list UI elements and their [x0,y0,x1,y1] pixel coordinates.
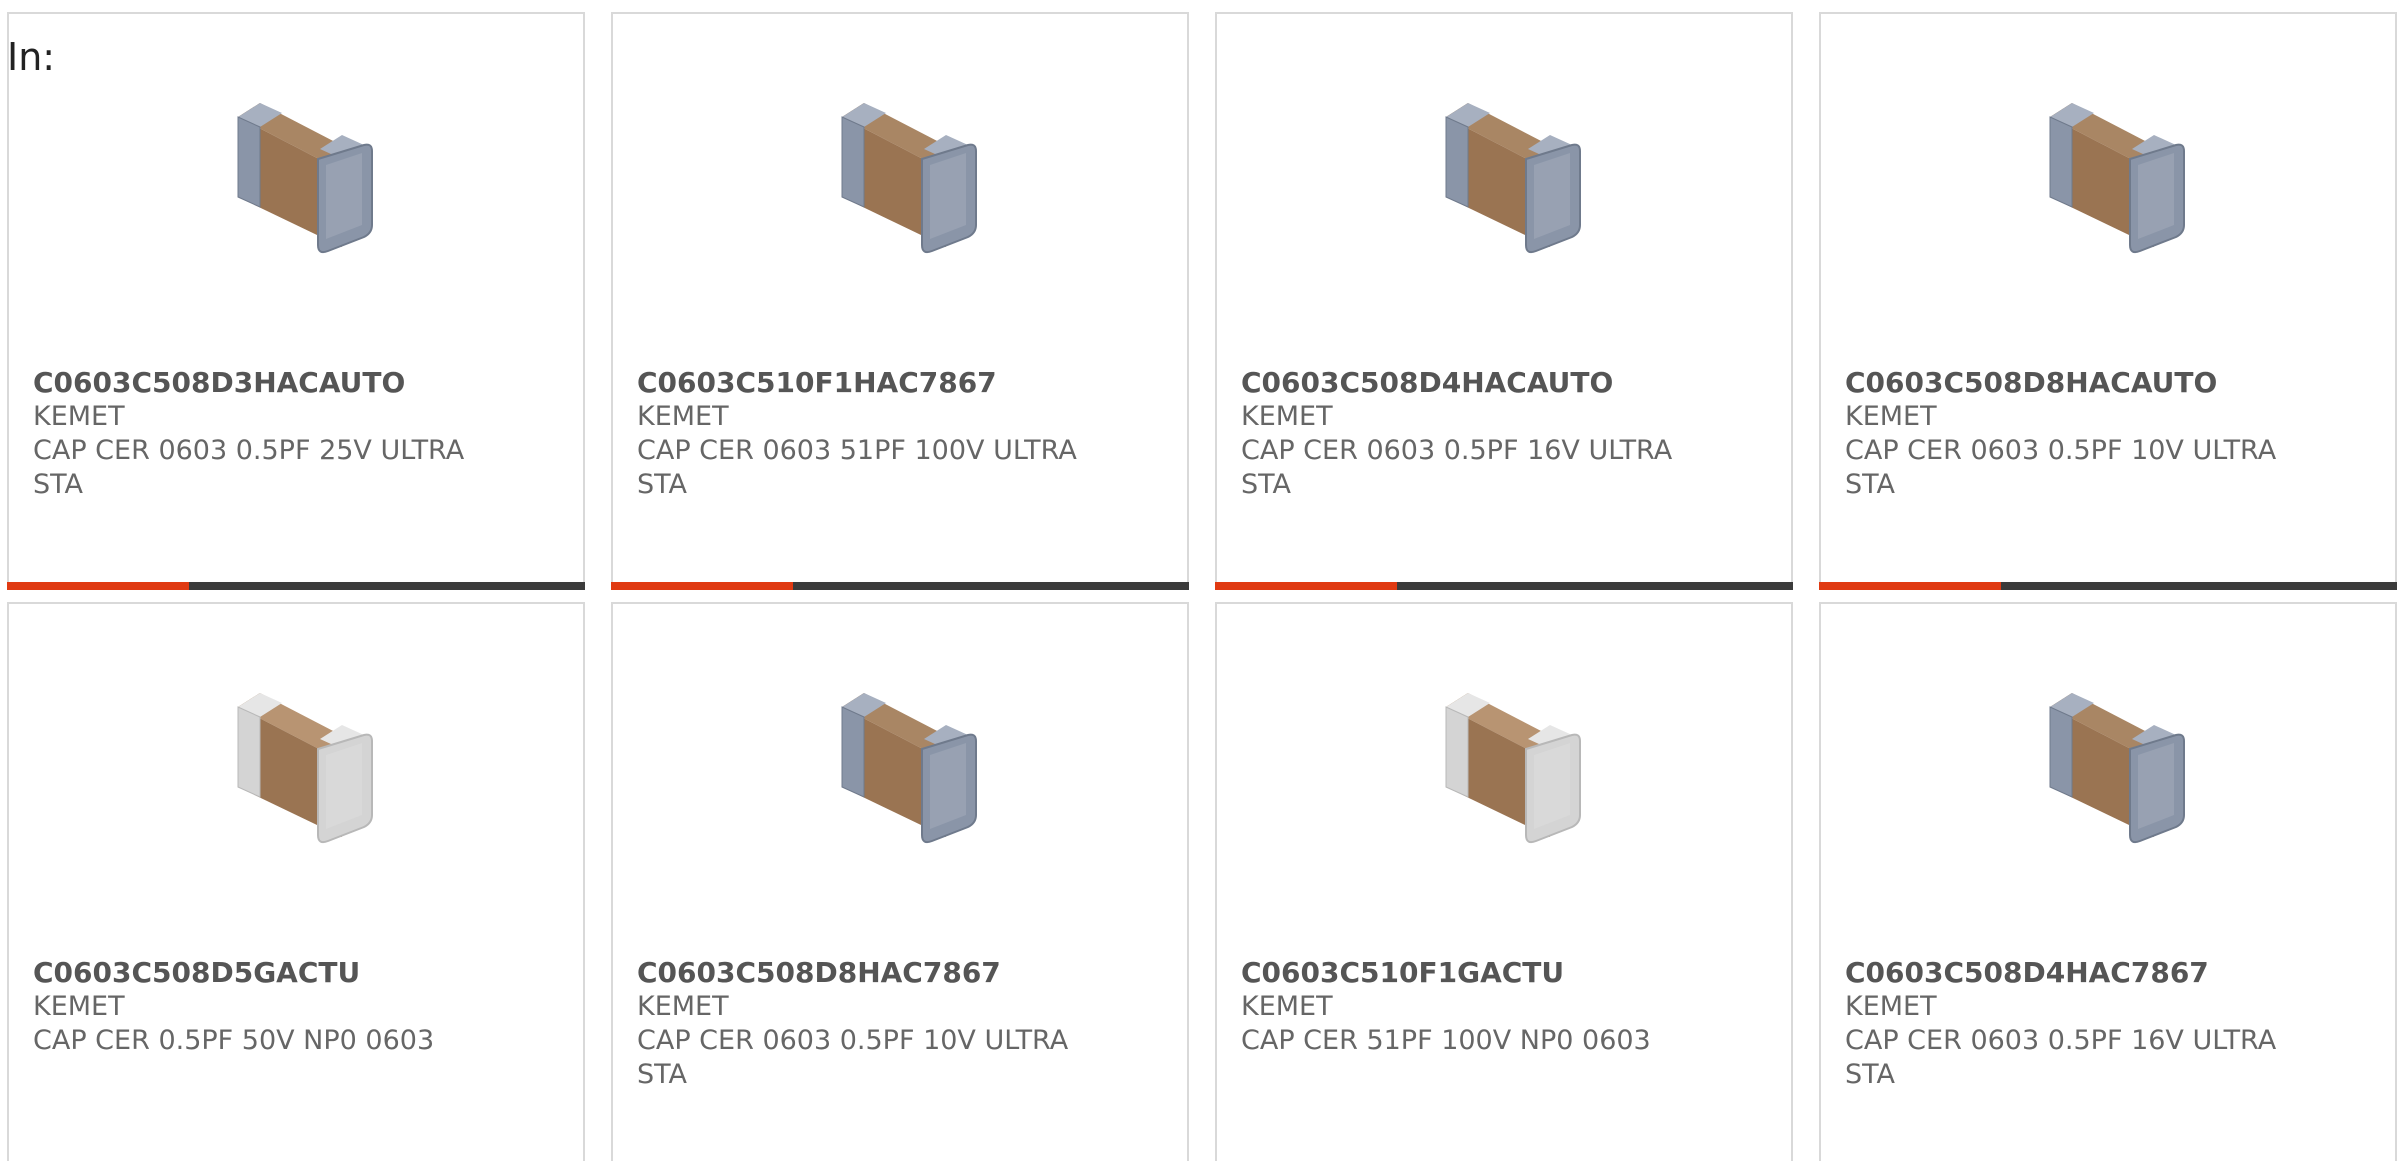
product-image[interactable] [1821,664,2395,874]
card-progress-accent [1819,582,2001,590]
card-progress-accent [1215,582,1397,590]
manufacturer: KEMET [33,401,125,432]
capacitor-chip-icon [790,669,1010,869]
product-grid-page: In: C0603C508D3HACAUTO KEMET CAP CER 060… [0,0,2400,1161]
product-image[interactable] [9,664,583,874]
card-progress-bar [1215,582,1793,590]
part-number[interactable]: C0603C510F1GACTU [1241,956,1767,990]
product-card[interactable]: C0603C508D4HACAUTO KEMET CAP CER 0603 0.… [1215,12,1793,590]
product-description: CAP CER 0603 0.5PF 16V ULTRA STA [1845,1025,2277,1090]
product-description: CAP CER 0603 0.5PF 10V ULTRA STA [637,1025,1069,1090]
capacitor-chip-icon [790,79,1010,279]
product-image[interactable] [9,74,583,284]
product-image[interactable] [613,664,1187,874]
part-number[interactable]: C0603C508D8HAC7867 [637,956,1163,990]
capacitor-chip-icon [1394,669,1614,869]
product-description: CAP CER 0603 0.5PF 16V ULTRA STA [1241,435,1673,500]
product-description: CAP CER 0603 0.5PF 10V ULTRA STA [1845,435,2277,500]
product-card[interactable]: C0603C508D4HAC7867 KEMET CAP CER 0603 0.… [1819,602,2397,1161]
product-card[interactable]: C0603C508D8HAC7867 KEMET CAP CER 0603 0.… [611,602,1189,1161]
product-card[interactable]: C0603C508D5GACTU KEMET CAP CER 0.5PF 50V… [7,602,585,1161]
capacitor-chip-icon [1394,79,1614,279]
part-number[interactable]: C0603C510F1HAC7867 [637,366,1163,400]
part-number[interactable]: C0603C508D4HACAUTO [1241,366,1767,400]
capacitor-chip-icon [186,669,406,869]
section-label: In: [7,35,56,79]
manufacturer: KEMET [1241,401,1333,432]
product-image[interactable] [613,74,1187,284]
manufacturer: KEMET [637,991,729,1022]
product-description: CAP CER 0603 51PF 100V ULTRA STA [637,435,1077,500]
product-card[interactable]: C0603C508D8HACAUTO KEMET CAP CER 0603 0.… [1819,12,2397,590]
part-number[interactable]: C0603C508D4HAC7867 [1845,956,2371,990]
card-progress-accent [7,582,189,590]
product-image[interactable] [1821,74,2395,284]
card-progress-accent [611,582,793,590]
part-number[interactable]: C0603C508D8HACAUTO [1845,366,2371,400]
manufacturer: KEMET [637,401,729,432]
product-card[interactable]: C0603C510F1GACTU KEMET CAP CER 51PF 100V… [1215,602,1793,1161]
capacitor-chip-icon [1998,669,2218,869]
part-number[interactable]: C0603C508D5GACTU [33,956,559,990]
card-progress-bar [7,582,585,590]
product-card[interactable]: C0603C510F1HAC7867 KEMET CAP CER 0603 51… [611,12,1189,590]
product-description: CAP CER 0603 0.5PF 25V ULTRA STA [33,435,465,500]
manufacturer: KEMET [1845,991,1937,1022]
part-number[interactable]: C0603C508D3HACAUTO [33,366,559,400]
manufacturer: KEMET [1241,991,1333,1022]
product-description: CAP CER 51PF 100V NP0 0603 [1241,1025,1651,1056]
product-card[interactable]: C0603C508D3HACAUTO KEMET CAP CER 0603 0.… [7,12,585,590]
card-progress-bar [1819,582,2397,590]
product-image[interactable] [1217,664,1791,874]
manufacturer: KEMET [33,991,125,1022]
product-image[interactable] [1217,74,1791,284]
capacitor-chip-icon [186,79,406,279]
capacitor-chip-icon [1998,79,2218,279]
manufacturer: KEMET [1845,401,1937,432]
card-progress-bar [611,582,1189,590]
product-description: CAP CER 0.5PF 50V NP0 0603 [33,1025,435,1056]
